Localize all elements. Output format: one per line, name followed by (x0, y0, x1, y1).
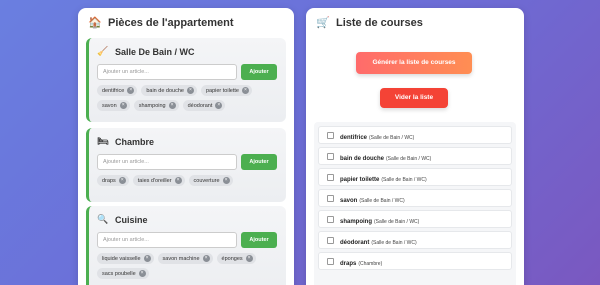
item-tag: shampoing × (133, 100, 179, 111)
room-header: 🧹 Salle De Bain / WC (97, 46, 195, 57)
add-item-input[interactable]: Ajouter un article... (97, 232, 237, 248)
item-checkbox[interactable] (327, 236, 334, 244)
tag-label: couverture (193, 177, 220, 184)
remove-icon[interactable]: × (241, 87, 249, 94)
remove-icon[interactable]: × (138, 270, 146, 277)
clear-list-button[interactable]: Vider la liste (380, 88, 448, 108)
list-item: déodorant (Salle de Bain / WC) (318, 231, 512, 249)
item-name: dentifrice (340, 135, 368, 141)
item-tags: dentifrice × bain de douche × papier toile… (97, 85, 282, 111)
list-item: shampoing (Salle de Bain / WC) (318, 210, 512, 228)
rooms-panel-title-text: Pièces de l'appartement (108, 16, 234, 29)
item-tag: savon × (97, 100, 130, 111)
rooms-panel: 🏠 Pièces de l'appartement 🧹 Salle De Bai… (78, 8, 294, 285)
add-item-input[interactable]: Ajouter un article... (97, 64, 237, 80)
item-checkbox[interactable] (327, 173, 334, 181)
item-room: (Salle de Bain / WC) (371, 240, 417, 246)
cart-icon: 🛒 (316, 17, 330, 29)
add-item-input[interactable]: Ajouter un article... (97, 154, 237, 170)
item-room: (Salle de Bain / WC) (381, 177, 427, 183)
remove-icon[interactable]: × (118, 177, 126, 184)
room-card-bedroom: 🛏 Chambre Ajouter un article... Ajouter … (86, 128, 286, 202)
item-tags: liquide vaisselle × savon machine × éponge… (97, 253, 282, 279)
room-card-kitchen: 🔍 Cuisine Ajouter un article... Ajouter … (86, 206, 286, 285)
remove-icon[interactable]: × (127, 87, 135, 94)
tag-label: draps (102, 177, 116, 184)
generate-list-button[interactable]: Générer la liste de courses (356, 52, 472, 74)
remove-icon[interactable]: × (186, 87, 194, 94)
add-item-button[interactable]: Ajouter (241, 154, 277, 170)
tag-label: déodorant (187, 102, 213, 109)
remove-icon[interactable]: × (174, 177, 182, 184)
item-tag: taies d'oreiller × (132, 175, 185, 186)
remove-icon[interactable]: × (168, 102, 176, 109)
item-name: savon (340, 198, 358, 204)
add-item-button[interactable]: Ajouter (241, 232, 277, 248)
remove-icon[interactable]: × (215, 102, 223, 109)
shopping-list-title: 🛒 Liste de courses (316, 16, 423, 30)
item-tags: draps × taies d'oreiller × couverture × (97, 175, 282, 186)
add-item-button[interactable]: Ajouter (241, 64, 277, 80)
magnifier-icon: 🔍 (97, 214, 109, 224)
room-name: Chambre (115, 136, 155, 147)
room-name: Salle De Bain / WC (115, 46, 195, 57)
item-checkbox[interactable] (327, 131, 334, 139)
room-header: 🔍 Cuisine (97, 214, 148, 225)
list-item: draps (Chambre) (318, 252, 512, 270)
item-name: papier toilette (340, 177, 380, 183)
item-tag: dentifrice × (97, 85, 138, 96)
item-checkbox[interactable] (327, 194, 334, 202)
item-tag: savon machine × (157, 253, 213, 264)
room-name: Cuisine (115, 214, 148, 225)
shopping-list: dentifrice (Salle de Bain / WC) bain de d… (314, 122, 516, 285)
bed-icon: 🛏 (97, 136, 109, 146)
tag-label: savon (102, 102, 117, 109)
tag-label: papier toilette (205, 87, 239, 94)
tag-label: shampoing (138, 102, 166, 109)
remove-icon[interactable]: × (222, 177, 230, 184)
remove-icon[interactable]: × (119, 102, 127, 109)
list-item: dentifrice (Salle de Bain / WC) (318, 126, 512, 144)
item-name: bain de douche (340, 156, 385, 162)
item-name: draps (340, 261, 357, 267)
room-header: 🛏 Chambre (97, 136, 154, 147)
tag-label: dentifrice (102, 87, 125, 94)
tag-label: sacs poubelle (102, 270, 136, 277)
item-tag: papier toilette × (200, 85, 252, 96)
item-room: (Salle de Bain / WC) (369, 135, 415, 141)
item-tag: déodorant × (182, 100, 226, 111)
item-room: (Salle de Bain / WC) (359, 198, 405, 204)
list-item: bain de douche (Salle de Bain / WC) (318, 147, 512, 165)
item-tag: éponges × (216, 253, 256, 264)
list-item: papier toilette (Salle de Bain / WC) (318, 168, 512, 186)
item-checkbox[interactable] (327, 215, 334, 223)
broom-icon: 🧹 (97, 46, 109, 56)
list-item: savon (Salle de Bain / WC) (318, 189, 512, 207)
item-tag: draps × (97, 175, 129, 186)
item-name: shampoing (340, 219, 373, 225)
remove-icon[interactable]: × (245, 255, 253, 262)
item-tag: sacs poubelle × (97, 268, 149, 279)
house-icon: 🏠 (88, 17, 102, 29)
item-name: déodorant (340, 240, 370, 246)
item-room: (Chambre) (358, 261, 383, 267)
shopping-list-title-text: Liste de courses (336, 16, 423, 29)
tag-label: bain de douche (146, 87, 184, 94)
item-room: (Salle de Bain / WC) (374, 219, 420, 225)
item-checkbox[interactable] (327, 257, 334, 265)
item-tag: liquide vaisselle × (97, 253, 154, 264)
tag-label: savon machine (162, 255, 200, 262)
room-card-bathroom: 🧹 Salle De Bain / WC Ajouter un article.… (86, 38, 286, 122)
tag-label: liquide vaisselle (102, 255, 141, 262)
item-tag: couverture × (188, 175, 233, 186)
rooms-panel-title: 🏠 Pièces de l'appartement (88, 16, 234, 30)
item-room: (Salle de Bain / WC) (386, 156, 432, 162)
remove-icon[interactable]: × (202, 255, 210, 262)
shopping-list-panel: 🛒 Liste de courses Générer la liste de c… (306, 8, 524, 285)
tag-label: taies d'oreiller (137, 177, 172, 184)
item-tag: bain de douche × (141, 85, 197, 96)
tag-label: éponges (221, 255, 243, 262)
remove-icon[interactable]: × (143, 255, 151, 262)
item-checkbox[interactable] (327, 152, 334, 160)
